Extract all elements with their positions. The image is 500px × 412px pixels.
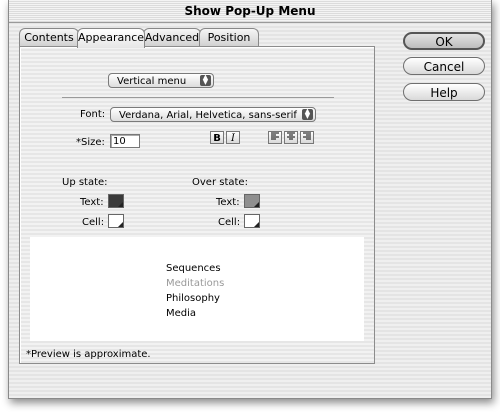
swatch-dropdown-icon xyxy=(118,222,123,227)
preview-item: Sequences xyxy=(166,263,221,274)
help-button[interactable]: Help xyxy=(403,83,485,101)
size-label: *Size: xyxy=(76,137,105,148)
preview-item: Philosophy xyxy=(166,293,220,304)
select-arrows-icon: ▲ ▼ xyxy=(302,108,313,120)
over-cell-label: Cell: xyxy=(218,217,241,228)
font-select[interactable]: Verdana, Arial, Helvetica, sans-serif ▲ ▼ xyxy=(110,107,316,122)
italic-button[interactable]: I xyxy=(226,131,240,144)
align-left-icon xyxy=(271,132,279,140)
tab-contents[interactable]: Contents xyxy=(19,28,79,47)
menu-preview: Sequences Meditations Philosophy Media xyxy=(30,237,364,341)
cancel-button[interactable]: Cancel xyxy=(403,57,485,75)
over-text-color-swatch[interactable] xyxy=(244,194,260,208)
up-state-heading: Up state: xyxy=(62,177,108,188)
bold-button[interactable]: B xyxy=(210,131,224,144)
font-select-value: Verdana, Arial, Helvetica, sans-serif xyxy=(119,110,297,121)
preview-item-highlighted: Meditations xyxy=(166,278,225,289)
over-text-label: Text: xyxy=(216,197,240,208)
divider xyxy=(62,97,334,98)
preview-item: Media xyxy=(166,308,197,319)
align-center-button[interactable] xyxy=(284,131,298,144)
appearance-panel: Vertical menu ▲ ▼ Font: Verdana, Arial, H… xyxy=(19,46,375,364)
orientation-select-value: Vertical menu xyxy=(117,76,187,87)
swatch-dropdown-icon xyxy=(118,202,123,207)
tab-advanced[interactable]: Advanced xyxy=(143,28,201,47)
orientation-select[interactable]: Vertical menu ▲ ▼ xyxy=(108,73,214,88)
up-text-label: Text: xyxy=(80,197,104,208)
over-state-heading: Over state: xyxy=(192,177,248,188)
over-cell-color-swatch[interactable] xyxy=(244,214,260,228)
dialog-title: Show Pop-Up Menu xyxy=(9,0,491,23)
align-center-icon xyxy=(287,132,295,140)
tab-appearance[interactable]: Appearance xyxy=(77,28,145,48)
font-label: Font: xyxy=(80,109,106,120)
tab-position[interactable]: Position xyxy=(199,28,259,47)
preview-note: *Preview is approximate. xyxy=(26,349,151,360)
show-popup-menu-dialog: Show Pop-Up Menu Contents Appearance Adv… xyxy=(8,0,492,399)
align-left-button[interactable] xyxy=(268,131,282,144)
align-right-icon xyxy=(303,132,311,140)
up-cell-color-swatch[interactable] xyxy=(108,214,124,228)
swatch-dropdown-icon xyxy=(254,222,259,227)
up-cell-label: Cell: xyxy=(82,217,105,228)
ok-button[interactable]: OK xyxy=(403,32,485,50)
size-input[interactable]: 10 xyxy=(110,134,140,148)
align-right-button[interactable] xyxy=(300,131,314,144)
up-text-color-swatch[interactable] xyxy=(108,194,124,208)
swatch-dropdown-icon xyxy=(254,202,259,207)
select-arrows-icon: ▲ ▼ xyxy=(200,74,211,86)
